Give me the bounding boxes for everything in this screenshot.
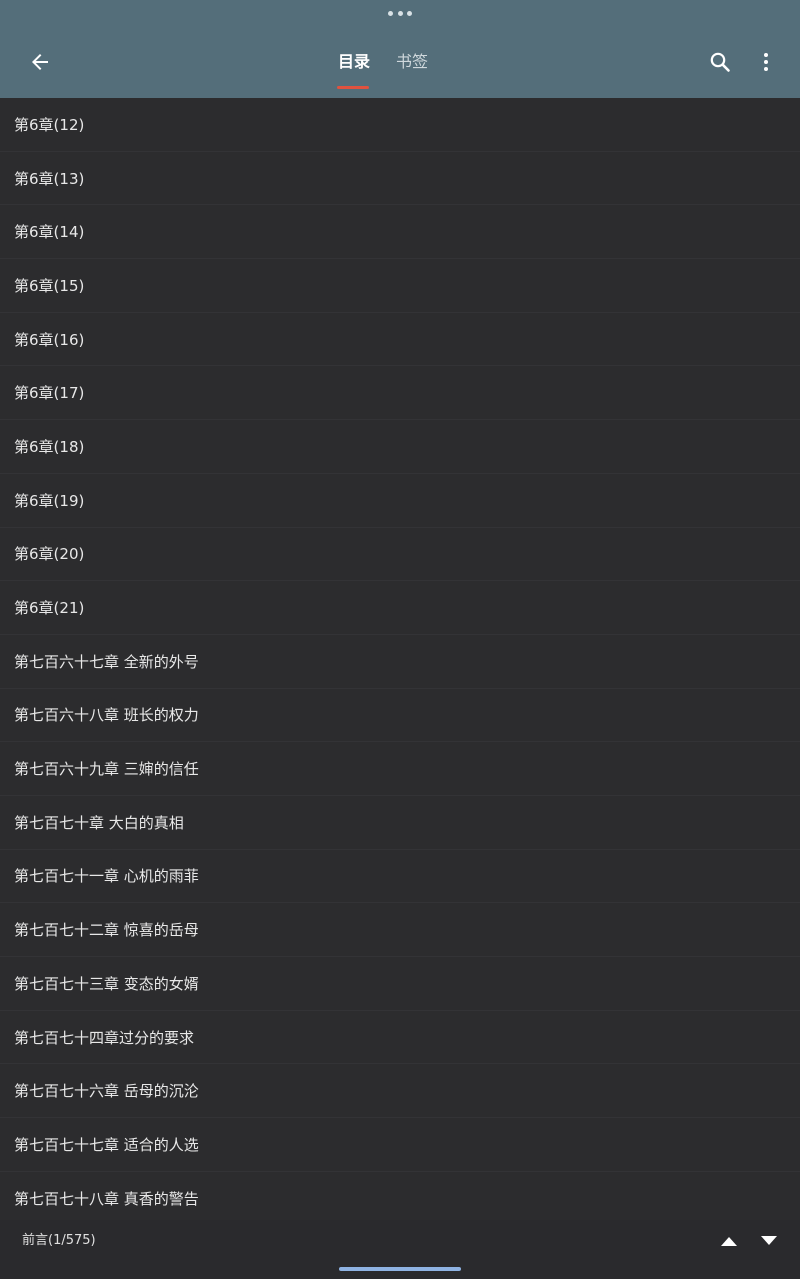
top-app-bar: 目录 书签 xyxy=(0,0,800,98)
search-button[interactable] xyxy=(698,40,742,84)
chapter-item[interactable]: 第七百七十章 大白的真相 xyxy=(0,796,800,850)
more-options-button[interactable] xyxy=(744,40,788,84)
chapter-item[interactable]: 第七百七十一章 心机的雨菲 xyxy=(0,850,800,904)
triangle-down-icon xyxy=(761,1236,777,1245)
chapter-item[interactable]: 第6章(18) xyxy=(0,420,800,474)
back-button[interactable] xyxy=(18,40,62,84)
bottom-bar: 前言(1/575) xyxy=(0,1220,800,1279)
chapter-list[interactable]: 第6章(12) 第6章(13) 第6章(14) 第6章(15) 第6章(16) … xyxy=(0,98,800,1220)
chapter-item[interactable]: 第七百七十八章 真香的警告 xyxy=(0,1172,800,1220)
arrow-left-icon xyxy=(32,54,48,70)
chapter-item[interactable]: 第七百七十二章 惊喜的岳母 xyxy=(0,903,800,957)
scroll-down-button[interactable] xyxy=(752,1226,786,1256)
triangle-up-icon xyxy=(721,1237,737,1246)
home-indicator[interactable] xyxy=(339,1267,461,1271)
search-icon xyxy=(710,52,730,72)
scroll-up-button[interactable] xyxy=(712,1226,746,1256)
chapter-item[interactable]: 第七百七十四章过分的要求 xyxy=(0,1011,800,1065)
chapter-item[interactable]: 第6章(15) xyxy=(0,259,800,313)
active-tab-indicator xyxy=(337,86,369,89)
chapter-item[interactable]: 第七百六十七章 全新的外号 xyxy=(0,635,800,689)
tab-bookmarks[interactable]: 书签 xyxy=(396,50,428,74)
toc-screen: 目录 书签 第6章(12) 第6章(13) 第6章(14) 第6章(15) 第6… xyxy=(0,0,800,1279)
chapter-item[interactable]: 第七百六十九章 三婶的信任 xyxy=(0,742,800,796)
chapter-item[interactable]: 第七百六十八章 班长的权力 xyxy=(0,689,800,743)
chapter-item[interactable]: 第七百七十七章 适合的人选 xyxy=(0,1118,800,1172)
chapter-item[interactable]: 第6章(19) xyxy=(0,474,800,528)
chapter-item[interactable]: 第6章(16) xyxy=(0,313,800,367)
chapter-item[interactable]: 第6章(13) xyxy=(0,152,800,206)
more-vertical-icon xyxy=(764,53,768,71)
chapter-item[interactable]: 第6章(12) xyxy=(0,98,800,152)
drag-handle-icon[interactable] xyxy=(388,10,412,16)
chapter-progress: 前言(1/575) xyxy=(22,1233,96,1248)
chapter-item[interactable]: 第6章(14) xyxy=(0,205,800,260)
chapter-item[interactable]: 第6章(17) xyxy=(0,366,800,421)
chapter-item[interactable]: 第6章(21) xyxy=(0,581,800,635)
chapter-item[interactable]: 第6章(20) xyxy=(0,528,800,582)
chapter-item[interactable]: 第七百七十三章 变态的女婿 xyxy=(0,957,800,1011)
tab-toc[interactable]: 目录 xyxy=(338,50,370,74)
chapter-item[interactable]: 第七百七十六章 岳母的沉沦 xyxy=(0,1064,800,1119)
